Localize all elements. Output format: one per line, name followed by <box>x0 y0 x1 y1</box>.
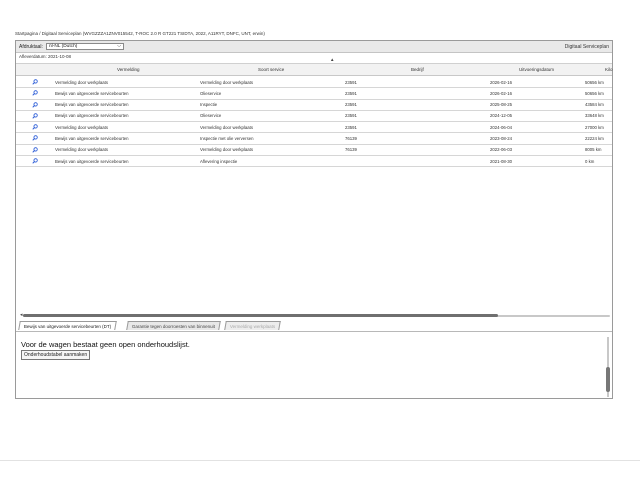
delivery-date: Afleverdatum: 2021-10-08 <box>19 54 72 59</box>
cell-soort: Inspectie <box>200 102 218 108</box>
magnifier-icon[interactable] <box>32 158 38 164</box>
vertical-scrollbar[interactable] <box>606 337 610 397</box>
cell-datum: 2023-08-24 <box>490 135 512 141</box>
tab-service-proof-label: Bewijs van uitgevoerde servicebeurten (D… <box>23 324 112 329</box>
print-language-label: Afdruktaal: <box>19 43 43 50</box>
create-maintenance-table-button[interactable]: Onderhoudstabel aanmaken <box>21 350 91 360</box>
toolbar: Afdruktaal: nl-NL (Dutch) ⌵ Digitaal Ser… <box>16 41 612 53</box>
cell-datum: 2024-12-05 <box>490 113 512 119</box>
cell-bedrijf: 76139 <box>345 135 357 141</box>
column-header-kilometers[interactable]: Kilo <box>605 67 613 72</box>
cell-bedrijf: 23591 <box>345 102 357 108</box>
service-plan-window: Afdruktaal: nl-NL (Dutch) ⌵ Digitaal Ser… <box>15 40 613 399</box>
cell-bedrijf: 23591 <box>345 90 357 96</box>
cell-datum: 2026-02-16 <box>490 79 512 85</box>
cell-datum: 2024-06-04 <box>490 124 512 130</box>
cell-datum: 2022-06-03 <box>490 147 512 153</box>
table-row[interactable]: Bewijs van uitgevoerde servicebeurten Afl… <box>16 156 612 168</box>
cell-km: 27000 km <box>585 124 604 130</box>
table-row[interactable]: Bewijs van uitgevoerde servicebeurten Oli… <box>16 88 612 100</box>
magnifier-icon[interactable] <box>32 79 38 85</box>
column-header-soort-service[interactable]: Soort service <box>258 67 284 72</box>
cell-soort: Vermelding door werkplaats <box>200 147 254 153</box>
cell-vermelding: Bewijs van uitgevoerde servicebeurten <box>55 102 129 108</box>
table-row[interactable]: Vermelding door werkplaats Vermelding doo… <box>16 122 612 134</box>
magnifier-icon[interactable] <box>32 124 38 130</box>
cell-vermelding: Bewijs van uitgevoerde servicebeurten <box>55 113 129 119</box>
table-header: Vermelding Soort service Bedrijf Uitvoer… <box>16 63 613 76</box>
cell-vermelding: Vermelding door werkplaats <box>55 147 109 153</box>
magnifier-icon[interactable] <box>32 101 38 108</box>
column-header-bedrijf[interactable]: Bedrijf <box>411 67 424 72</box>
tab-panel: Voor de wagen bestaat geen open onderhou… <box>16 332 612 398</box>
divider <box>0 460 640 461</box>
tab-workshop-note-label: Vermelding werkplaats <box>229 324 276 329</box>
tab-bar: Bewijs van uitgevoerde servicebeurten (D… <box>16 321 612 332</box>
cell-datum: 2026-02-16 <box>490 90 512 96</box>
cell-datum: 2021-08-30 <box>490 158 512 164</box>
cell-soort: Aflevering inspectie <box>200 158 238 164</box>
column-header-uitvoeringsdatum[interactable]: Uitvoeringsdatum <box>519 67 554 72</box>
tab-corrosion-warranty[interactable]: Garantie tegen doorroesten van binnenuit <box>126 321 221 330</box>
cell-vermelding: Bewijs van uitgevoerde servicebeurten <box>55 135 129 141</box>
print-language-select[interactable]: nl-NL (Dutch) ⌵ <box>46 42 124 50</box>
cell-vermelding: Bewijs van uitgevoerde servicebeurten <box>55 158 129 164</box>
breadcrumb: Startpagina / Digitaal Serviceplan (WVGZ… <box>15 31 265 36</box>
magnifier-icon[interactable] <box>32 90 38 96</box>
chevron-down-icon: ⌵ <box>117 42 121 49</box>
magnifier-icon[interactable] <box>32 113 38 119</box>
cell-datum: 2025-08-25 <box>490 102 512 108</box>
magnifier-icon[interactable] <box>32 147 38 153</box>
cell-vermelding: Bewijs van uitgevoerde servicebeurten <box>55 90 129 96</box>
vertical-scrollbar-thumb[interactable] <box>606 367 610 392</box>
print-language-value: nl-NL (Dutch) <box>49 43 78 49</box>
cell-km: 43584 km <box>585 102 604 108</box>
cell-bedrijf: 23591 <box>345 79 357 85</box>
table-row[interactable]: Vermelding door werkplaats Vermelding doo… <box>16 77 612 89</box>
tab-workshop-note: Vermelding werkplaats <box>224 321 282 330</box>
cell-km: 22224 km <box>585 135 604 141</box>
table-row[interactable]: Bewijs van uitgevoerde servicebeurten Ins… <box>16 100 612 111</box>
table-body: Vermelding door werkplaats Vermelding doo… <box>16 77 612 168</box>
cell-vermelding: Vermelding door werkplaats <box>55 79 109 85</box>
app-title: Digitaal Serviceplan <box>564 43 609 50</box>
cell-vermelding: Vermelding door werkplaats <box>55 124 109 130</box>
sort-indicator-icon: ▲ <box>330 57 335 62</box>
column-header-vermelding[interactable]: Vermelding <box>117 67 140 72</box>
tab-corrosion-warranty-label: Garantie tegen doorroesten van binnenuit <box>131 324 215 329</box>
cell-km: 33648 km <box>585 113 604 119</box>
cell-km: 50656 km <box>585 90 604 96</box>
table-row[interactable]: Vermelding door werkplaats Vermelding doo… <box>16 145 612 157</box>
cell-soort: Vermelding door werkplaats <box>200 79 254 85</box>
cell-soort: Olieservice <box>200 113 222 119</box>
cell-km: 50656 km <box>585 79 604 85</box>
horizontal-scrollbar[interactable]: ◂ <box>20 313 610 318</box>
cell-km: 0 km <box>585 158 595 164</box>
table-row[interactable]: Bewijs van uitgevoerde servicebeurten Oli… <box>16 111 612 123</box>
tab-service-proof[interactable]: Bewijs van uitgevoerde servicebeurten (D… <box>18 321 118 330</box>
cell-km: 8005 km <box>585 147 602 153</box>
table-row[interactable]: Bewijs van uitgevoerde servicebeurten Ins… <box>16 133 612 145</box>
cell-bedrijf: 23591 <box>345 124 357 130</box>
cell-bedrijf: 76139 <box>345 147 357 153</box>
scrollbar-thumb[interactable] <box>23 314 498 317</box>
magnifier-icon[interactable] <box>32 135 38 142</box>
cell-bedrijf: 23591 <box>345 113 357 119</box>
no-open-list-message: Voor de wagen bestaat geen open onderhou… <box>21 340 190 349</box>
cell-soort: Olieservice <box>200 90 222 96</box>
cell-soort: Inspectie met olie verversen <box>200 135 254 141</box>
cell-soort: Vermelding door werkplaats <box>200 124 254 130</box>
